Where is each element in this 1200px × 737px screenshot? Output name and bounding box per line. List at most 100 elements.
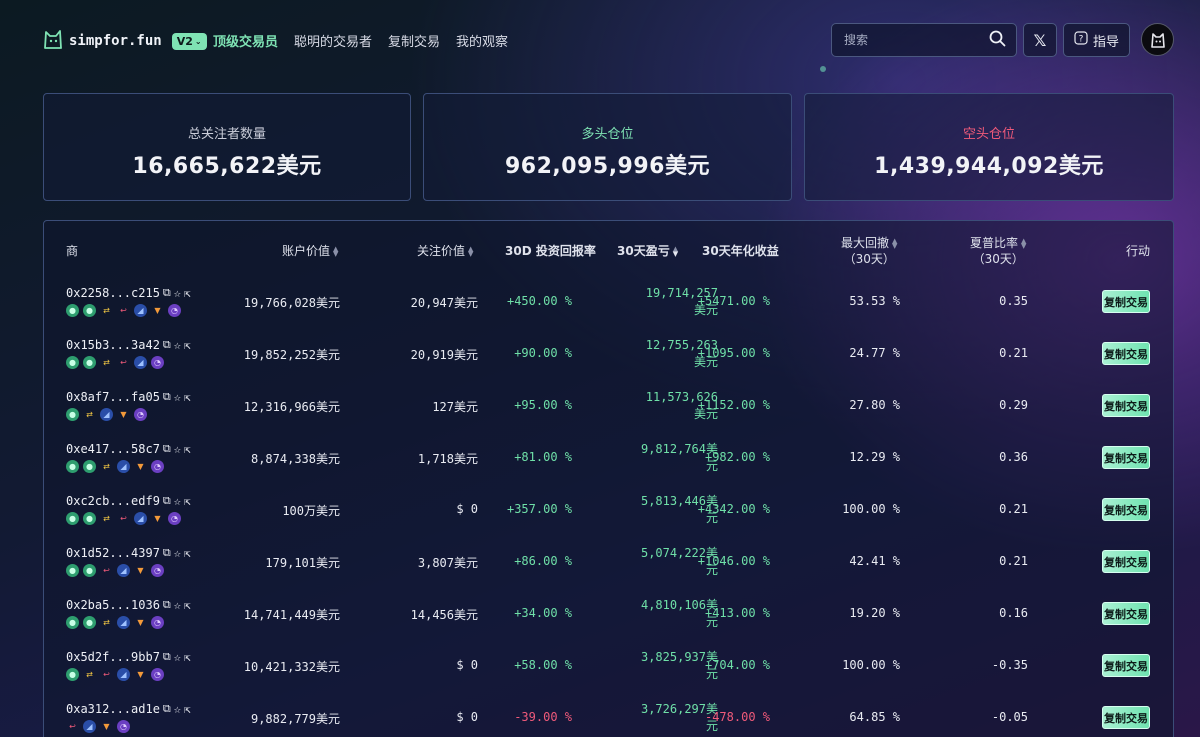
- star-icon[interactable]: ☆: [174, 546, 181, 560]
- search-input[interactable]: [844, 33, 984, 47]
- follow-value: 20,919美元: [410, 348, 478, 362]
- copy-trade-button[interactable]: 复制交易: [1102, 654, 1150, 677]
- roi-30d: -39.00 %: [514, 710, 572, 724]
- sharpe-ratio: -0.05: [991, 710, 1028, 724]
- account-value: 19,852,252美元: [243, 348, 340, 362]
- table-row[interactable]: 0xc2cb...edf9 ⧉ ☆ ⇱ ● ● ⇄ ↩ ◢ ▼ ◔ 100万美元 $ 0 +…: [44, 484, 1173, 536]
- nav-top-traders[interactable]: 顶级交易员: [213, 31, 278, 50]
- copy-trade-button[interactable]: 复制交易: [1102, 394, 1150, 417]
- copy-icon[interactable]: ⧉: [163, 390, 171, 404]
- header-pnl-30d-label: 30天盈亏: [617, 244, 670, 258]
- pnl-30d: 3,726,297美 元: [604, 701, 718, 735]
- copy-icon[interactable]: ⧉: [163, 442, 171, 456]
- sort-icon: ▲ ▼: [892, 236, 898, 250]
- trader-address[interactable]: 0xa312...ad1e ⧉ ☆ ⇱: [66, 702, 191, 716]
- table-row[interactable]: 0x8af7...fa05 ⧉ ☆ ⇱ ● ⇄ ◢ ▼ ◔ 12,316,966美元 1…: [44, 380, 1173, 432]
- copy-icon[interactable]: ⧉: [163, 702, 171, 716]
- star-icon[interactable]: ☆: [174, 338, 181, 352]
- stat-value: 16,665,622美元: [132, 154, 322, 179]
- copy-trade-button[interactable]: 复制交易: [1102, 706, 1150, 729]
- logo[interactable]: simpfor.fun V2 ⌄: [42, 28, 207, 54]
- max-drawdown: 24.77 %: [849, 346, 900, 360]
- swap-icon: ⇄: [86, 669, 93, 679]
- header-pnl-30d[interactable]: 30天盈亏 ▲ ▼: [617, 243, 678, 259]
- external-link-icon[interactable]: ⇱: [184, 391, 191, 404]
- swap-icon: ⇄: [103, 617, 110, 627]
- header-account-value[interactable]: 账户价值 ▲ ▼: [282, 243, 338, 259]
- copy-icon[interactable]: ⧉: [163, 598, 171, 612]
- hyperliquid-icon: ●: [66, 408, 79, 421]
- apr-30d: +4342.00 %: [697, 502, 770, 516]
- address-text: 0x8af7...fa05: [66, 390, 160, 404]
- account-value: 19,766,028美元: [243, 296, 340, 310]
- table-row[interactable]: 0xe417...58c7 ⧉ ☆ ⇱ ● ● ⇄ ◢ ▼ ◔ 8,874,338美元 1…: [44, 432, 1173, 484]
- star-icon[interactable]: ☆: [174, 442, 181, 456]
- star-icon[interactable]: ☆: [174, 390, 181, 404]
- table-row[interactable]: 0x15b3...3a42 ⧉ ☆ ⇱ ● ● ⇄ ↩ ◢ ◔ 19,852,252美元 …: [44, 328, 1173, 380]
- external-link-icon[interactable]: ⇱: [184, 495, 191, 508]
- table-row[interactable]: 0x1d52...4397 ⧉ ☆ ⇱ ● ● ↩ ◢ ▼ ◔ 179,101美元 3,8…: [44, 536, 1173, 588]
- apr-30d: +1095.00 %: [697, 346, 770, 360]
- external-link-icon[interactable]: ⇱: [184, 599, 191, 612]
- guide-button[interactable]: ? 指导: [1063, 23, 1130, 57]
- header-max-drawdown[interactable]: 最大回撤 ▲ ▼ （30天）: [841, 235, 897, 267]
- hyperliquid-icon: ●: [83, 304, 96, 317]
- reversal-icon: ↩: [69, 721, 76, 731]
- trader-address[interactable]: 0x2258...c215 ⧉ ☆ ⇱: [66, 286, 191, 300]
- copy-trade-button[interactable]: 复制交易: [1102, 342, 1150, 365]
- search-icon[interactable]: [989, 30, 1006, 51]
- copy-trade-button[interactable]: 复制交易: [1102, 550, 1150, 573]
- external-link-icon[interactable]: ⇱: [184, 651, 191, 664]
- copy-icon[interactable]: ⧉: [163, 546, 171, 560]
- reversal-icon: ↩: [120, 357, 127, 367]
- reversal-icon: ↩: [120, 513, 127, 523]
- table-row[interactable]: 0x5d2f...9bb7 ⧉ ☆ ⇱ ● ⇄ ↩ ◢ ▼ ◔ 10,421,332美元 …: [44, 640, 1173, 692]
- pnl-30d: 3,825,937美 元: [604, 649, 718, 683]
- copy-trade-button[interactable]: 复制交易: [1102, 498, 1150, 521]
- copy-trade-button[interactable]: 复制交易: [1102, 602, 1150, 625]
- copy-icon[interactable]: ⧉: [163, 338, 171, 352]
- table-row[interactable]: 0x2ba5...1036 ⧉ ☆ ⇱ ● ● ⇄ ◢ ▼ ◔ 14,741,449美元 …: [44, 588, 1173, 640]
- version-badge[interactable]: V2 ⌄: [171, 32, 207, 50]
- star-icon[interactable]: ☆: [174, 650, 181, 664]
- header-trader: 商: [66, 244, 79, 258]
- header-sharpe-ratio[interactable]: 夏普比率 ▲ ▼ （30天）: [970, 235, 1026, 267]
- trader-address[interactable]: 0x2ba5...1036 ⧉ ☆ ⇱: [66, 598, 191, 612]
- trader-address[interactable]: 0x5d2f...9bb7 ⧉ ☆ ⇱: [66, 650, 191, 664]
- trader-address[interactable]: 0xe417...58c7 ⧉ ☆ ⇱: [66, 442, 191, 456]
- hyperliquid-icon: ●: [83, 356, 96, 369]
- trader-address[interactable]: 0x1d52...4397 ⧉ ☆ ⇱: [66, 546, 191, 560]
- table-row[interactable]: 0xa312...ad1e ⧉ ☆ ⇱ ↩ ◢ ▼ ◔ 9,882,779美元 $ 0…: [44, 692, 1173, 737]
- table-row[interactable]: 0x2258...c215 ⧉ ☆ ⇱ ● ● ⇄ ↩ ◢ ▼ ◔ 19,766,028美元…: [44, 276, 1173, 328]
- nav-smart-traders[interactable]: 聪明的交易者: [294, 31, 372, 50]
- fox-icon: ▼: [137, 669, 144, 679]
- chart-icon: ◢: [134, 304, 147, 317]
- x-social-button[interactable]: 𝕏: [1023, 23, 1057, 57]
- fox-icon: ▼: [154, 513, 161, 523]
- copy-trade-button[interactable]: 复制交易: [1102, 290, 1150, 313]
- address-text: 0x2258...c215: [66, 286, 160, 300]
- cat-avatar-icon: [1150, 32, 1165, 48]
- external-link-icon[interactable]: ⇱: [184, 547, 191, 560]
- copy-icon[interactable]: ⧉: [163, 286, 171, 300]
- copy-icon[interactable]: ⧉: [163, 494, 171, 508]
- header-follow-value[interactable]: 关注价值 ▲ ▼: [417, 243, 473, 259]
- trader-address[interactable]: 0x8af7...fa05 ⧉ ☆ ⇱: [66, 390, 191, 404]
- external-link-icon[interactable]: ⇱: [184, 443, 191, 456]
- copy-icon[interactable]: ⧉: [163, 650, 171, 664]
- nav-my-watch[interactable]: 我的观察: [456, 31, 508, 50]
- avatar[interactable]: [1141, 23, 1174, 56]
- external-link-icon[interactable]: ⇱: [184, 703, 191, 716]
- star-icon[interactable]: ☆: [174, 494, 181, 508]
- star-icon[interactable]: ☆: [174, 286, 181, 300]
- hyperliquid-icon: ●: [66, 304, 79, 317]
- copy-trade-button[interactable]: 复制交易: [1102, 446, 1150, 469]
- external-link-icon[interactable]: ⇱: [184, 287, 191, 300]
- trader-address[interactable]: 0xc2cb...edf9 ⧉ ☆ ⇱: [66, 494, 191, 508]
- external-link-icon[interactable]: ⇱: [184, 339, 191, 352]
- trader-address[interactable]: 0x15b3...3a42 ⧉ ☆ ⇱: [66, 338, 191, 352]
- star-icon[interactable]: ☆: [174, 702, 181, 716]
- star-icon[interactable]: ☆: [174, 598, 181, 612]
- nav-copy-trading[interactable]: 复制交易: [388, 31, 440, 50]
- swap-icon: ⇄: [103, 461, 110, 471]
